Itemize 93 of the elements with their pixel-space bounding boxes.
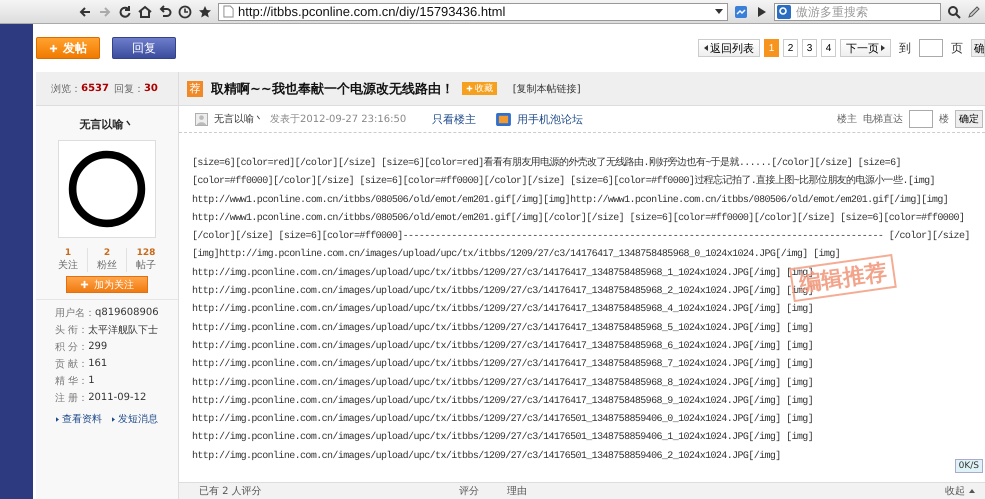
- post-text-line: [color=#ff0000][/color][/size] [size=6][color=#ff0000][/color][/size] [size=6][color=#ff0000]过程忘记拍了.直接上图~比那位朋友的电源小一些.[img]: [192, 174, 935, 190]
- count-label: 关注: [58, 258, 78, 272]
- post-text-line: http://img.pconline.com.cn/images/upload/upc/tx/itbbs/1209/27/c3/14176501_1348758859406_0_1024x1024.JPG[/img] [img]: [192, 412, 814, 428]
- score-heading: 评分: [459, 485, 480, 498]
- views-label: 浏览：: [51, 82, 82, 96]
- reason-heading: 理由: [507, 484, 527, 498]
- page-icon: [223, 5, 234, 18]
- dropdown-icon[interactable]: [715, 8, 723, 14]
- username[interactable]: 无言以喻丶: [80, 117, 134, 132]
- floor-label: 楼主: [837, 112, 857, 126]
- post-text-line: http://www1.pconline.com.cn/itbbs/080506/old/emot/em201.gif[/img][img]http://www1.pconline.com.cn/itbbs/080506/old/emot/em201.gif[/img][img]: [192, 194, 948, 208]
- avatar[interactable]: [58, 140, 156, 238]
- info-value: q819608906: [95, 307, 159, 318]
- plus-icon: [466, 85, 473, 92]
- search-engine-icon[interactable]: [777, 4, 791, 18]
- page-number[interactable]: 2: [783, 39, 798, 57]
- replies-count: 30: [144, 83, 158, 94]
- floor-unit: 楼: [939, 112, 949, 126]
- search-input[interactable]: 傲游多重搜索: [794, 4, 938, 20]
- undo-icon[interactable]: [158, 4, 172, 18]
- count-value[interactable]: 2: [104, 248, 110, 258]
- count-label: 粉丝: [97, 258, 117, 272]
- post-time: 发表于2012-09-27 23:16:50: [270, 112, 406, 126]
- pencil-icon[interactable]: [967, 4, 981, 18]
- post-text-line: http://img.pconline.com.cn/images/upload/upc/tx/itbbs/1209/27/c3/14176417_1348758485968_5_1024x1024.JPG[/img] [img]: [192, 322, 814, 336]
- page-label: 页: [951, 40, 963, 56]
- profile-link[interactable]: 查看资料: [56, 412, 102, 426]
- info-value: 299: [88, 341, 108, 352]
- confirm-button[interactable]: 确: [971, 39, 985, 57]
- info-label: 积 分：: [55, 340, 88, 354]
- info-value: 161: [88, 358, 108, 369]
- page-number[interactable]: 3: [802, 39, 817, 57]
- triangle-icon: [112, 416, 115, 422]
- plus-icon: [80, 280, 89, 289]
- reply-button[interactable]: 回复: [112, 37, 176, 59]
- post-text-line: http://img.pconline.com.cn/images/upload/upc/tx/itbbs/1209/27/c3/14176417_1348758485968_6_1024x1024.JPG[/img] [img]: [192, 340, 814, 354]
- back-to-list-button[interactable]: 返回列表: [698, 39, 760, 57]
- jump-label: 电梯直达: [863, 112, 903, 126]
- triangle-icon: [704, 45, 708, 51]
- post-text-line: http://img.pconline.com.cn/images/upload/upc/tx/itbbs/1209/27/c3/14176501_1348758859406_1_1024x1024.JPG[/img] [img]: [192, 430, 814, 446]
- post-text-line: http://www1.pconline.com.cn/itbbs/080506/old/emot/em201.gif[/img][/color][/size] [size=6][color=#ff0000][/color][/size] [size=6][color=#ff0000]: [192, 212, 964, 226]
- info-value: 1: [88, 375, 95, 386]
- post-text-line: http://img.pconline.com.cn/images/upload/upc/tx/itbbs/1209/27/c3/14176417_1348758485968_9_1024x1024.JPG[/img] [img]: [192, 394, 814, 409]
- home-icon[interactable]: [138, 4, 152, 18]
- plus-icon: [49, 44, 58, 52]
- count-label: 帖子: [136, 258, 156, 272]
- back-icon[interactable]: [78, 4, 92, 18]
- info-label: 精 华：: [55, 374, 88, 388]
- count-value[interactable]: 1: [64, 248, 72, 258]
- thread-title: 取精啊~~我也奉献一个电源改无线路由！: [211, 80, 454, 98]
- post-text-line: http://img.pconline.com.cn/images/upload/upc/tx/itbbs/1209/27/c3/14176417_1348758485968_4_1024x1024.JPG[/img] [img]: [192, 302, 814, 318]
- url-text: http://itbbs.pconline.com.cn/diy/15793436.html: [238, 4, 506, 19]
- star-icon[interactable]: [198, 4, 212, 18]
- collapse-link[interactable]: 收起: [945, 484, 975, 498]
- info-label: 注 册：: [55, 392, 88, 404]
- triangle-icon: [969, 489, 975, 493]
- search-icon[interactable]: [947, 4, 961, 18]
- goto-label: 到: [899, 40, 911, 56]
- refresh-icon[interactable]: [118, 4, 132, 18]
- post-text-line: http://img.pconline.com.cn/images/upload/upc/tx/itbbs/1209/27/c3/14176417_1348758485968_8_1024x1024.JPG[/img] [img]: [192, 376, 814, 391]
- address-bar[interactable]: http://itbbs.pconline.com.cn/diy/15793436.html: [218, 2, 728, 20]
- triangle-icon: [56, 416, 59, 422]
- confirm-button[interactable]: 确定: [955, 110, 983, 128]
- mobile-link[interactable]: 用手机泡论坛: [517, 112, 584, 126]
- only-op-link[interactable]: 只看楼主: [432, 112, 476, 126]
- info-label: 贡 献：: [55, 358, 88, 370]
- info-label: 头 衔：: [55, 324, 88, 336]
- copy-link[interactable]: [复制本帖链接]: [512, 82, 581, 96]
- post-text-line: [/color][/size] [size=6][color=#ff0000]----------------------------------------------------------------------------------------- [/color][/size]: [192, 230, 970, 244]
- phone-icon[interactable]: [496, 112, 512, 126]
- post-text-line: http://img.pconline.com.cn/images/upload/upc/tx/itbbs/1209/27/c3/14176501_1348758859406_2_1024x1024.JPG[/img]: [192, 450, 781, 464]
- triangle-icon: [881, 45, 885, 51]
- page-number[interactable]: 4: [821, 39, 836, 57]
- recommended-tag: 荐: [187, 80, 203, 96]
- info-value: 2011-09-12: [88, 392, 146, 403]
- post-text-line: http://img.pconline.com.cn/images/upload/upc/tx/itbbs/1209/27/c3/14176417_1348758485968_7_1024x1024.JPG[/img] [img]: [192, 358, 814, 372]
- count-value[interactable]: 128: [136, 248, 156, 258]
- info-label: 用户名：: [55, 306, 95, 320]
- floor-input[interactable]: [909, 110, 933, 128]
- user-icon: [195, 112, 208, 126]
- profile-link[interactable]: 发短消息: [112, 412, 158, 426]
- post-text-line: [size=6][color=red][/color][/size] [size=6][color=red]看看有朋友用电源的外壳改了无线路由.刚好旁边也有~于是就......[/color][/size] [size=6]: [192, 156, 901, 171]
- replies-label: 回复：: [114, 82, 144, 96]
- info-value: 太平洋舰队下士: [88, 324, 158, 336]
- views-count: 6537: [81, 83, 109, 94]
- author-name[interactable]: 无言以喻丶: [214, 112, 264, 126]
- page-input[interactable]: [919, 39, 943, 57]
- next-page-button[interactable]: 下一页: [840, 39, 891, 57]
- network-speed-widget: 0K/S: [954, 459, 983, 473]
- search-field[interactable]: 傲游多重搜索: [774, 2, 941, 20]
- feed-icon[interactable]: [734, 4, 748, 18]
- rating-count: 已有 2 人评分: [199, 485, 263, 498]
- history-icon[interactable]: [178, 4, 192, 18]
